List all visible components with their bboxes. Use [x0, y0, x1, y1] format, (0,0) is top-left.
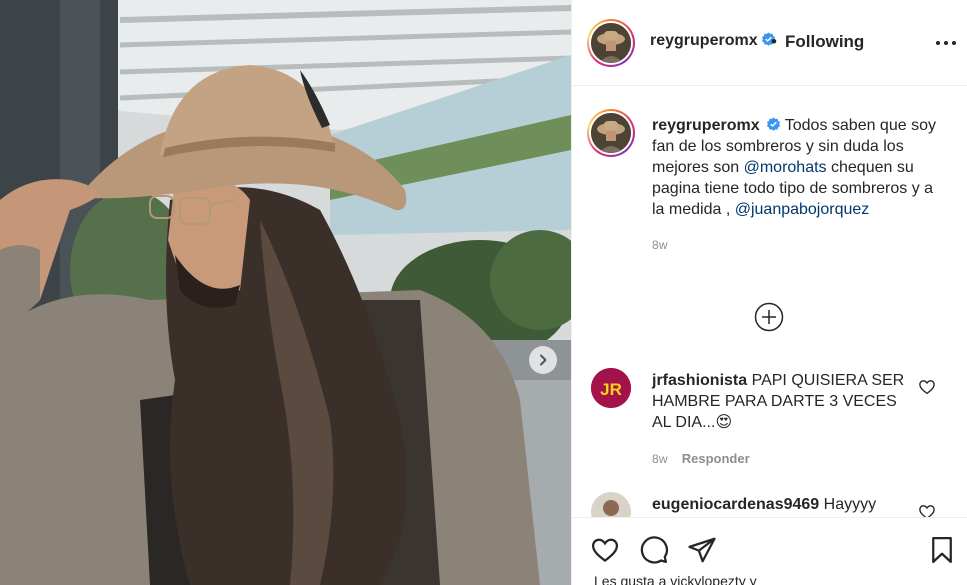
- more-options-icon[interactable]: [934, 34, 958, 52]
- verified-badge-icon: [766, 117, 780, 131]
- comment-avatar-jrfashionista[interactable]: JR: [591, 368, 631, 408]
- caption-mention-morohats[interactable]: @morohats: [744, 159, 827, 176]
- comment-avatar-eugeniocardenas9469[interactable]: [591, 492, 631, 517]
- comment-icon[interactable]: [639, 535, 669, 565]
- man-with-cowboy-hat-image: [0, 0, 571, 585]
- caption-mention-juanpabojorquez[interactable]: @juanpabojorquez: [735, 201, 870, 218]
- likes-text[interactable]: Les gusta a vickylopezty y: [594, 573, 757, 585]
- comment-meta: 8w Responder: [652, 448, 912, 470]
- svg-text:JR: JR: [600, 380, 622, 399]
- comments-list[interactable]: reygruperomx Todos saben que soy fan de …: [572, 87, 967, 517]
- author-avatar-image: [591, 113, 631, 153]
- following-button[interactable]: Following: [785, 32, 864, 52]
- likes-summary: Les gusta a vickylopezty y: [594, 573, 757, 585]
- heart-eyes-emoji: 😍: [715, 414, 733, 431]
- post-header: reygruperomx • Following: [572, 0, 967, 86]
- follow-separator: •: [771, 32, 777, 51]
- author-avatar[interactable]: [587, 19, 635, 67]
- post-side-panel: reygruperomx • Following reygruperomx To…: [571, 0, 967, 585]
- user-avatar-image: [591, 492, 631, 517]
- comment-timestamp[interactable]: 8w: [652, 452, 668, 466]
- heart-icon[interactable]: [590, 535, 620, 565]
- bookmark-icon[interactable]: [927, 535, 957, 565]
- share-icon[interactable]: [687, 535, 717, 565]
- comment-eugeniocardenas9469: eugeniocardenas9469 Hayyyy: [652, 494, 912, 515]
- comment-text: Hayyyy: [823, 496, 877, 513]
- comment-jrfashionista: jrfashionista PAPI QUISIERA SER HAMBRE P…: [652, 370, 912, 470]
- comment-username[interactable]: jrfashionista: [652, 372, 747, 389]
- caption-username[interactable]: reygruperomx: [652, 117, 760, 134]
- author-name[interactable]: reygruperomx: [650, 32, 776, 50]
- comment-username[interactable]: eugeniocardenas9469: [652, 496, 819, 513]
- comment-like-icon[interactable]: [918, 378, 936, 396]
- comment-like-icon[interactable]: [918, 503, 936, 517]
- author-username[interactable]: reygruperomx: [650, 32, 758, 49]
- chevron-right-icon: [540, 354, 547, 366]
- caption-timestamp[interactable]: 8w: [652, 235, 942, 256]
- load-more-comments-icon[interactable]: [754, 302, 784, 332]
- post-caption: reygruperomx Todos saben que soy fan de …: [652, 115, 942, 256]
- author-avatar-image: [591, 23, 631, 63]
- post-photo[interactable]: [0, 0, 571, 585]
- jr-logo-avatar: JR: [591, 368, 631, 408]
- caption-author-avatar[interactable]: [587, 109, 635, 157]
- next-photo-button[interactable]: [529, 346, 557, 374]
- reply-button[interactable]: Responder: [682, 451, 750, 466]
